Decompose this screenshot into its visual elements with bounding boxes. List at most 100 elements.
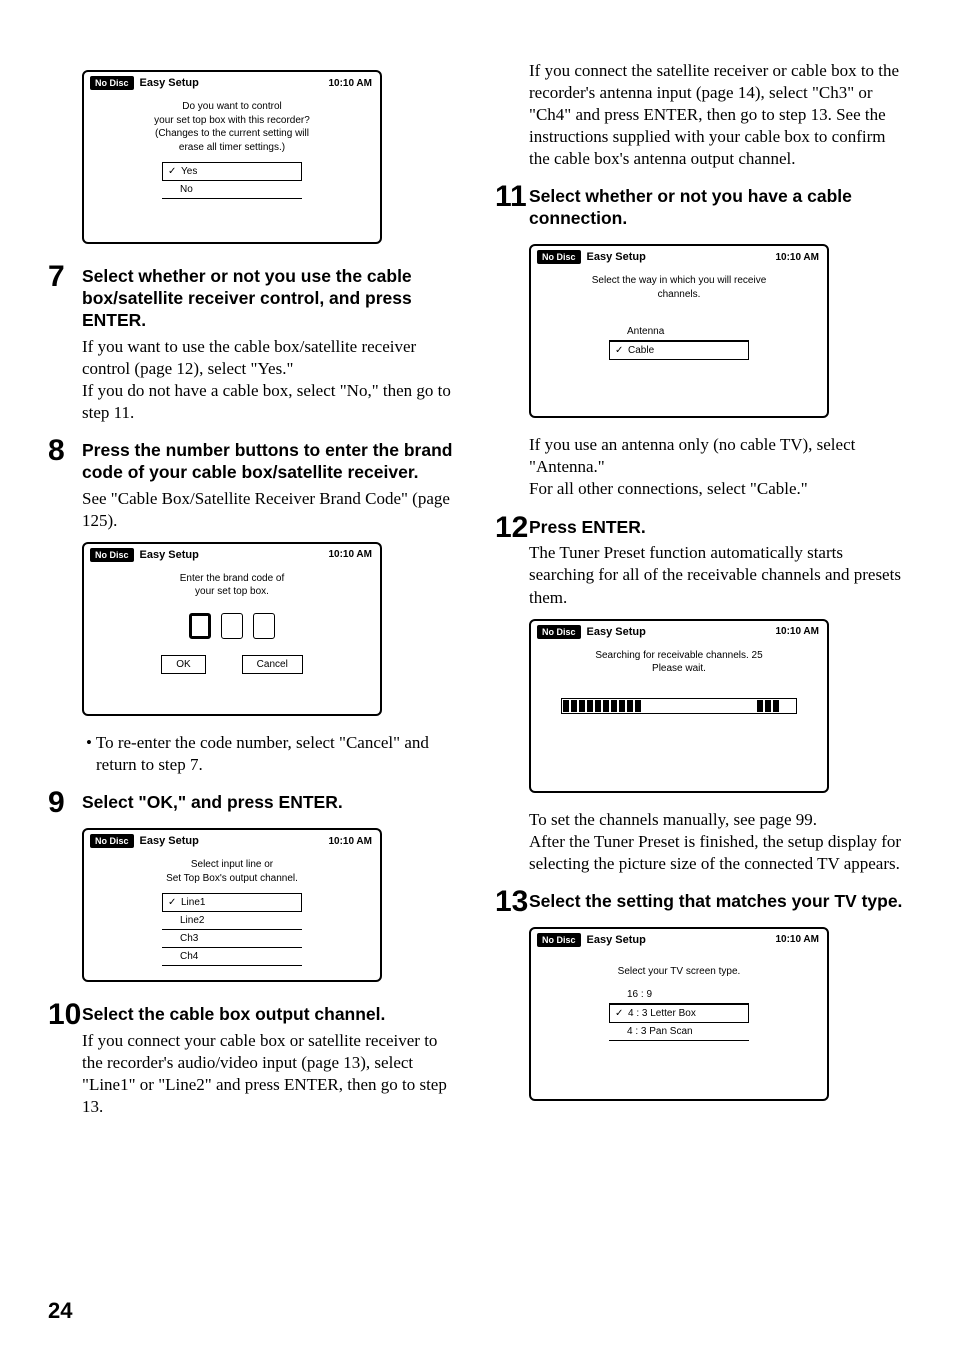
osd-option-line1[interactable]: Line1 xyxy=(162,893,302,912)
osd-prompt-line: Set Top Box's output channel. xyxy=(166,872,298,886)
osd-prompt-line: Please wait. xyxy=(595,662,762,676)
osd-prompt-line: erase all timer settings.) xyxy=(154,141,310,155)
osd-prompt-line: Do you want to control xyxy=(154,100,310,114)
osd-prompt-line: your set top box with this recorder? xyxy=(154,114,310,128)
osd-disc-chip: No Disc xyxy=(537,250,581,264)
osd-prompt-line: Enter the brand code of xyxy=(180,572,285,586)
osd-disc-chip: No Disc xyxy=(90,548,134,562)
osd-titlebar: No Disc Easy Setup 10:10 AM xyxy=(531,929,827,949)
osd-prompt-line: Searching for receivable channels. 25 xyxy=(595,649,762,663)
osd-panel-receive-channels: No Disc Easy Setup 10:10 AM Select the w… xyxy=(529,244,829,418)
osd-time: 10:10 AM xyxy=(775,252,819,263)
osd-title: Easy Setup xyxy=(140,77,199,89)
osd-time: 10:10 AM xyxy=(775,626,819,637)
osd-panel-step6: No Disc Easy Setup 10:10 AM Do you want … xyxy=(82,70,382,244)
step-number: 8 xyxy=(48,436,82,466)
osd-prompt: Select input line or Set Top Box's outpu… xyxy=(166,858,298,885)
osd-option-ch3[interactable]: Ch3 xyxy=(162,930,302,948)
step-8: 8 Press the number buttons to enter the … xyxy=(48,436,459,532)
step-heading: Select the setting that matches your TV … xyxy=(529,891,906,913)
osd-disc-chip: No Disc xyxy=(90,834,134,848)
osd-panel-brand-code: No Disc Easy Setup 10:10 AM Enter the br… xyxy=(82,542,382,716)
osd-option-antenna[interactable]: Antenna xyxy=(609,323,749,341)
step-text: See "Cable Box/Satellite Receiver Brand … xyxy=(82,488,459,532)
step-11: 11 Select whether or not you have a cabl… xyxy=(495,182,906,234)
step-number: 7 xyxy=(48,262,82,292)
osd-titlebar: No Disc Easy Setup 10:10 AM xyxy=(84,72,380,92)
osd-titlebar: No Disc Easy Setup 10:10 AM xyxy=(84,830,380,850)
osd-prompt-line: channels. xyxy=(592,288,767,302)
step-text: After the Tuner Preset is finished, the … xyxy=(529,831,906,875)
osd-digit-box[interactable] xyxy=(189,613,211,639)
osd-title: Easy Setup xyxy=(587,626,646,638)
osd-panel-input-line: No Disc Easy Setup 10:10 AM Select input… xyxy=(82,828,382,982)
step-number: 9 xyxy=(48,788,82,818)
osd-disc-chip: No Disc xyxy=(537,625,581,639)
osd-panel-searching: No Disc Easy Setup 10:10 AM Searching fo… xyxy=(529,619,829,793)
step-text: To set the channels manually, see page 9… xyxy=(529,809,906,831)
osd-title: Easy Setup xyxy=(587,934,646,946)
osd-title: Easy Setup xyxy=(140,549,199,561)
continuation-text: If you connect the satellite receiver or… xyxy=(529,60,906,170)
step-number: 12 xyxy=(495,513,529,543)
osd-option-yes[interactable]: Yes xyxy=(162,162,302,181)
osd-progress-bar xyxy=(561,698,797,714)
step-text: If you use an antenna only (no cable TV)… xyxy=(529,434,906,478)
osd-ok-button[interactable]: OK xyxy=(161,655,205,674)
step-13: 13 Select the setting that matches your … xyxy=(495,887,906,917)
osd-option-no[interactable]: No xyxy=(162,181,302,199)
osd-option-4-3-panscan[interactable]: 4 : 3 Pan Scan xyxy=(609,1023,749,1041)
step-heading: Press the number buttons to enter the br… xyxy=(82,440,459,484)
osd-prompt-line: your set top box. xyxy=(180,585,285,599)
osd-option-line2[interactable]: Line2 xyxy=(162,912,302,930)
osd-time: 10:10 AM xyxy=(328,836,372,847)
osd-disc-chip: No Disc xyxy=(90,76,134,90)
step-number: 13 xyxy=(495,887,529,917)
osd-prompt: Searching for receivable channels. 25 Pl… xyxy=(595,649,762,676)
step-heading: Select the cable box output channel. xyxy=(82,1004,459,1026)
osd-prompt: Do you want to control your set top box … xyxy=(154,100,310,154)
step-number: 11 xyxy=(495,182,529,212)
step-heading: Select "OK," and press ENTER. xyxy=(82,792,459,814)
osd-digit-entry[interactable] xyxy=(189,613,275,639)
osd-option-cable[interactable]: Cable xyxy=(609,341,749,360)
osd-titlebar: No Disc Easy Setup 10:10 AM xyxy=(84,544,380,564)
step-text: The Tuner Preset function automatically … xyxy=(529,542,906,608)
osd-time: 10:10 AM xyxy=(328,549,372,560)
note-bullet: To re-enter the code number, select "Can… xyxy=(82,732,459,776)
osd-option-16-9[interactable]: 16 : 9 xyxy=(609,986,749,1004)
osd-panel-tv-type: No Disc Easy Setup 10:10 AM Select your … xyxy=(529,927,829,1101)
osd-prompt: Select the way in which you will receive… xyxy=(592,274,767,301)
step-12: 12 Press ENTER. The Tuner Preset functio… xyxy=(495,513,906,609)
step-heading: Press ENTER. xyxy=(529,517,906,539)
osd-cancel-button[interactable]: Cancel xyxy=(242,655,303,674)
osd-prompt: Enter the brand code of your set top box… xyxy=(180,572,285,599)
osd-digit-box[interactable] xyxy=(221,613,243,639)
osd-time: 10:10 AM xyxy=(775,934,819,945)
osd-prompt: Select your TV screen type. xyxy=(618,965,741,979)
osd-option-ch4[interactable]: Ch4 xyxy=(162,948,302,966)
step-heading: Select whether or not you use the cable … xyxy=(82,266,459,332)
step-text: If you want to use the cable box/satelli… xyxy=(82,336,459,380)
step-9: 9 Select "OK," and press ENTER. xyxy=(48,788,459,818)
osd-disc-chip: No Disc xyxy=(537,933,581,947)
osd-time: 10:10 AM xyxy=(328,78,372,89)
step-text: If you do not have a cable box, select "… xyxy=(82,380,459,424)
osd-prompt-line: Select your TV screen type. xyxy=(618,965,741,979)
osd-title: Easy Setup xyxy=(140,835,199,847)
osd-titlebar: No Disc Easy Setup 10:10 AM xyxy=(531,621,827,641)
step-number: 10 xyxy=(48,1000,82,1030)
osd-prompt-line: Select input line or xyxy=(166,858,298,872)
osd-option-4-3-letterbox[interactable]: 4 : 3 Letter Box xyxy=(609,1004,749,1023)
osd-prompt-line: (Changes to the current setting will xyxy=(154,127,310,141)
step-text: For all other connections, select "Cable… xyxy=(529,478,906,500)
page-number: 24 xyxy=(48,1298,72,1324)
osd-prompt-line: Select the way in which you will receive xyxy=(592,274,767,288)
osd-digit-box[interactable] xyxy=(253,613,275,639)
step-heading: Select whether or not you have a cable c… xyxy=(529,186,906,230)
osd-titlebar: No Disc Easy Setup 10:10 AM xyxy=(531,246,827,266)
step-7: 7 Select whether or not you use the cabl… xyxy=(48,262,459,424)
step-10: 10 Select the cable box output channel. … xyxy=(48,1000,459,1118)
osd-title: Easy Setup xyxy=(587,251,646,263)
step-text: If you connect your cable box or satelli… xyxy=(82,1030,459,1118)
